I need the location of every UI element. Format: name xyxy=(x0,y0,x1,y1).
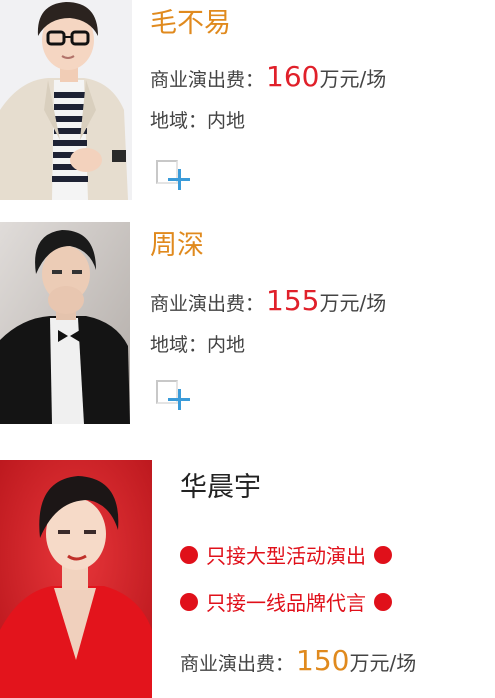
add-button[interactable] xyxy=(156,160,192,194)
artist-card-hua-chenyu[interactable]: 华晨宇 只接大型活动演出 只接一线品牌代言 商业演出费：150万元/场 xyxy=(0,460,495,698)
artist-name: 周深 xyxy=(150,230,204,261)
artist-card-mao-buyi[interactable]: 毛不易 商业演出费：160万元/场 地域：内地 xyxy=(0,0,495,205)
region-label: 地域： xyxy=(150,110,208,132)
region-row: 地域：内地 xyxy=(150,330,245,357)
tag-text: 只接一线品牌代言 xyxy=(206,591,366,615)
artist-photo xyxy=(0,460,152,698)
region-row: 地域：内地 xyxy=(150,106,245,133)
fee-value: 155 xyxy=(266,284,320,317)
artist-photo xyxy=(0,0,132,200)
plus-icon-stroke xyxy=(177,169,181,190)
region-value: 内地 xyxy=(207,334,246,356)
artist-photo xyxy=(0,222,130,424)
tag-row: 只接一线品牌代言 xyxy=(180,587,392,616)
fee-value: 160 xyxy=(266,60,320,93)
fee-row: 商业演出费：150万元/场 xyxy=(180,644,416,677)
plus-icon-stroke xyxy=(177,389,181,410)
fee-row: 商业演出费：160万元/场 xyxy=(150,60,386,93)
fee-unit: 万元/场 xyxy=(319,67,387,91)
bullet-dot-icon xyxy=(374,592,392,611)
fee-unit: 万元/场 xyxy=(319,291,387,315)
region-value: 内地 xyxy=(207,110,246,132)
bullet-dot-icon xyxy=(374,545,392,564)
bullet-dot-icon xyxy=(180,592,198,611)
artist-name: 毛不易 xyxy=(150,8,231,39)
tag-text: 只接大型活动演出 xyxy=(206,544,366,568)
tag-row: 只接大型活动演出 xyxy=(180,540,392,569)
fee-row: 商业演出费：155万元/场 xyxy=(150,284,386,317)
artist-card-zhou-shen[interactable]: 周深 商业演出费：155万元/场 地域：内地 xyxy=(0,222,495,432)
fee-label: 商业演出费： xyxy=(180,653,295,675)
add-button[interactable] xyxy=(156,380,192,414)
region-label: 地域： xyxy=(150,334,208,356)
fee-label: 商业演出费： xyxy=(150,293,265,315)
artist-name: 华晨宇 xyxy=(180,472,261,503)
bullet-dot-icon xyxy=(180,545,198,564)
fee-value: 150 xyxy=(296,644,350,677)
fee-unit: 万元/场 xyxy=(349,651,417,675)
fee-label: 商业演出费： xyxy=(150,69,265,91)
